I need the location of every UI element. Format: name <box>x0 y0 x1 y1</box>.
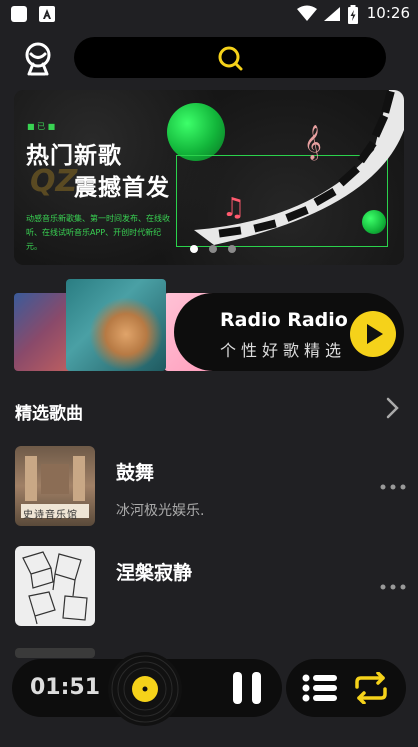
status-bar: 10:26 <box>0 0 418 28</box>
song-artist: 冰河极光娱乐. <box>116 503 205 519</box>
banner-description: 动感音乐新歌集、第一时间发布、在线收听、在线试听音乐APP、开创时代新纪元。 <box>26 214 170 251</box>
song-cover: 史诗音乐馆 <box>15 446 95 526</box>
svg-text:♫: ♫ <box>222 193 245 223</box>
signal-icon <box>324 7 340 21</box>
song-row[interactable]: 史诗音乐馆 鼓舞 冰河极光娱乐. <box>0 446 418 526</box>
banner-green-sphere-small <box>362 210 386 234</box>
notification-square-icon <box>11 6 27 22</box>
more-icon[interactable] <box>380 584 406 590</box>
player-cover-peek <box>15 648 95 658</box>
status-time: 10:26 <box>366 4 410 22</box>
banner-dot[interactable] <box>228 245 236 253</box>
battery-icon <box>348 5 358 24</box>
song-title: 涅槃寂静 <box>116 562 193 584</box>
song-row[interactable]: 涅槃寂静 <box>0 546 418 626</box>
chevron-right-icon[interactable] <box>385 397 401 419</box>
qz-logo-icon[interactable] <box>20 40 56 76</box>
banner-dot[interactable] <box>190 245 198 253</box>
wifi-icon <box>297 5 317 21</box>
promo-banner[interactable]: ■ 已 ■ 热门新歌 QZ 震撼首发 动感音乐新歌集、第一时间发布、在线收听、在… <box>14 90 404 265</box>
svg-text:𝄞: 𝄞 <box>304 125 322 161</box>
app-a-icon <box>39 6 55 22</box>
radio-cover-2 <box>66 279 166 371</box>
pause-icon[interactable] <box>230 670 264 706</box>
radio-play-button[interactable] <box>350 311 396 357</box>
banner-brand: QZ <box>30 164 78 199</box>
song-cover <box>15 546 95 626</box>
play-icon <box>367 324 383 344</box>
song-cover-text: 史诗音乐馆 <box>23 510 78 521</box>
song-title: 鼓舞 <box>116 462 155 484</box>
repeat-icon[interactable] <box>352 672 390 704</box>
song-cover-art <box>22 551 88 625</box>
featured-section-title: 精选歌曲 <box>15 404 83 424</box>
more-icon[interactable] <box>380 484 406 490</box>
playlist-icon[interactable] <box>302 674 338 702</box>
banner-dot[interactable] <box>209 245 217 253</box>
radio-cover-1 <box>14 293 74 371</box>
vinyl-label <box>132 676 158 702</box>
radio-card[interactable]: Radio Radio 个性好歌精选 <box>14 279 404 371</box>
banner-title-line2: 震撼首发 <box>74 175 170 201</box>
radio-subtitle: 个性好歌精选 <box>220 341 347 360</box>
vinyl-disc[interactable] <box>108 652 182 726</box>
search-icon[interactable] <box>217 45 243 71</box>
banner-small-label: ■ 已 ■ <box>27 122 56 131</box>
search-bar[interactable] <box>74 37 386 78</box>
radio-title: Radio Radio <box>220 309 348 331</box>
player-time: 01:51 <box>30 675 101 700</box>
